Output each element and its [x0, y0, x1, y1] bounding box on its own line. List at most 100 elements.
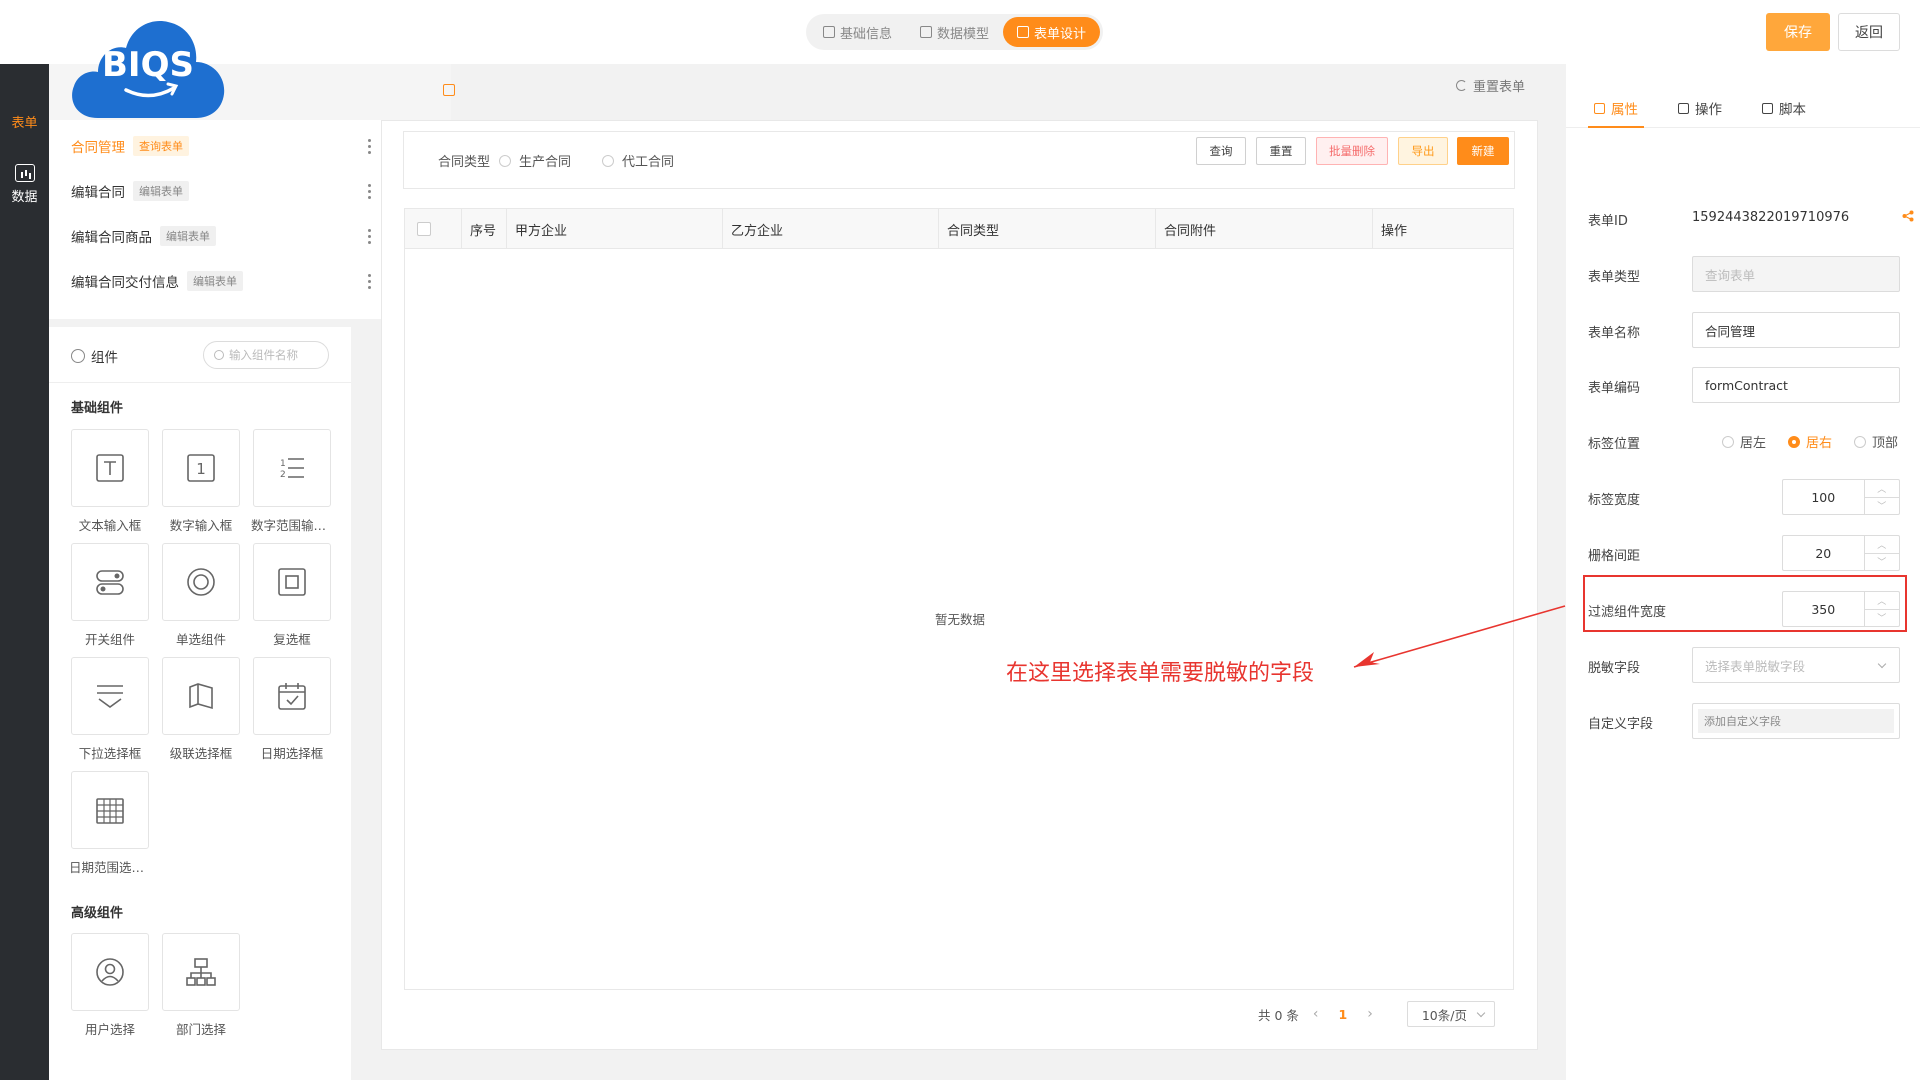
mask-fields-select[interactable]: 选择表单脱敏字段 — [1692, 647, 1900, 683]
annotation-highlight-box — [1583, 575, 1907, 632]
prop-label: 表单类型 — [1588, 270, 1641, 285]
filter-option[interactable]: 生产合同 — [499, 151, 571, 170]
export-button[interactable]: 导出 — [1398, 137, 1448, 165]
gutter-stepper[interactable]: 20 ︿ ﹀ — [1782, 535, 1900, 571]
form-tag-icon[interactable] — [443, 84, 455, 96]
prop-label: 标签宽度 — [1588, 493, 1641, 508]
form-name: 合同管理 — [71, 140, 125, 156]
svg-text:1: 1 — [280, 459, 286, 469]
radio-dot[interactable] — [602, 154, 614, 167]
cascader-icon — [189, 683, 213, 710]
component-radio[interactable]: 单选组件 — [162, 543, 240, 651]
add-custom-field-button[interactable]: 添加自定义字段 — [1698, 709, 1894, 733]
component-checkbox[interactable]: 复选框 — [253, 543, 331, 651]
radio-dot[interactable] — [1854, 435, 1866, 448]
query-button[interactable]: 查询 — [1196, 137, 1246, 165]
form-list-item[interactable]: 编辑合同商品 编辑表单 — [71, 224, 371, 248]
search-icon — [214, 350, 224, 360]
form-type-badge: 编辑表单 — [160, 226, 216, 246]
next-page-icon[interactable]: › — [1367, 1006, 1373, 1022]
component-text-input[interactable]: 文本输入框 — [71, 429, 149, 537]
component-label: 文本输入框 — [78, 518, 142, 533]
rail-form-label[interactable]: 表单 — [0, 112, 49, 131]
form-icon — [1017, 26, 1030, 38]
step-label: 数据模型 — [937, 26, 990, 42]
component-user-select[interactable]: 用户选择 — [71, 933, 149, 1041]
radio-dot[interactable] — [499, 154, 511, 167]
label-width-stepper[interactable]: 100 ︿ ﹀ — [1782, 479, 1900, 515]
radio-dot-selected[interactable] — [1788, 435, 1800, 448]
component-number-input[interactable]: 1 数字输入框 — [162, 429, 240, 537]
refresh-icon — [1456, 80, 1467, 91]
component-date[interactable]: 日期选择框 — [253, 657, 331, 765]
stepper-value[interactable]: 100 — [1783, 480, 1864, 514]
component-date-range[interactable]: 日期范围选择框 — [69, 771, 151, 879]
page-size-select[interactable]: 10条/页 — [1406, 1001, 1495, 1027]
batch-delete-button[interactable]: 批量删除 — [1316, 137, 1388, 165]
label-pos-right[interactable]: 居右 — [1788, 432, 1832, 451]
tab-script[interactable]: 脚本 — [1762, 98, 1806, 118]
form-list-item[interactable]: 编辑合同交付信息 编辑表单 — [71, 269, 371, 293]
reset-button[interactable]: 重置 — [1256, 137, 1306, 165]
save-button[interactable]: 保存 — [1766, 13, 1830, 51]
component-dept-select[interactable]: 部门选择 — [162, 933, 240, 1041]
tab-properties[interactable]: 属性 — [1594, 98, 1638, 118]
component-label: 用户选择 — [84, 1022, 135, 1037]
component-dropdown[interactable]: 下拉选择框 — [71, 657, 149, 765]
back-button[interactable]: 返回 — [1838, 13, 1900, 51]
component-label: 部门选择 — [175, 1022, 226, 1037]
prop-label: 自定义字段 — [1588, 717, 1654, 732]
advanced-components-title: 高级组件 — [71, 906, 124, 921]
user-icon — [96, 958, 124, 986]
column-header: 乙方企业 — [723, 209, 939, 249]
form-code-input[interactable]: formContract — [1692, 367, 1900, 403]
form-type-badge: 查询表单 — [133, 136, 189, 156]
create-button[interactable]: 新建 — [1457, 137, 1509, 165]
prev-page-icon[interactable]: ‹ — [1313, 1006, 1319, 1022]
component-cascader[interactable]: 级联选择框 — [162, 657, 240, 765]
filter-option[interactable]: 代工合同 — [602, 151, 674, 170]
bar-chart-icon — [14, 164, 35, 182]
radio-label: 居左 — [1740, 436, 1767, 451]
more-icon[interactable] — [357, 224, 381, 248]
tab-actions[interactable]: 操作 — [1678, 98, 1722, 118]
more-icon[interactable] — [357, 179, 381, 203]
label-pos-top[interactable]: 顶部 — [1854, 432, 1898, 451]
form-list-item[interactable]: 编辑合同 编辑表单 — [71, 179, 371, 203]
components-title: 组件 — [71, 346, 118, 366]
prop-form-id: 表单ID 1592443822019710976 — [1588, 200, 1914, 236]
active-tab-underline — [1588, 126, 1644, 128]
page-number[interactable]: 1 — [1339, 1007, 1348, 1022]
decrement-icon[interactable]: ﹀ — [1865, 554, 1899, 571]
component-number-range[interactable]: 12 数字范围输入框 — [251, 429, 333, 537]
list-icon — [1678, 102, 1689, 114]
select-all-checkbox[interactable] — [417, 222, 431, 236]
rail-data-item[interactable]: 数据 — [0, 164, 49, 205]
org-icon — [186, 958, 216, 986]
prop-label: 脱敏字段 — [1588, 661, 1641, 676]
component-search-input[interactable] — [229, 348, 321, 362]
step-data-model[interactable]: 数据模型 — [906, 17, 1003, 47]
stepper-value[interactable]: 20 — [1783, 536, 1864, 570]
prop-label: 表单名称 — [1588, 326, 1641, 341]
svg-text:2: 2 — [280, 470, 286, 480]
increment-icon[interactable]: ︿ — [1864, 536, 1899, 554]
decrement-icon[interactable]: ﹀ — [1865, 498, 1899, 515]
form-list-item[interactable]: 合同管理 查询表单 — [71, 134, 371, 158]
reset-form-button[interactable]: 重置表单 — [1456, 76, 1525, 95]
component-label: 复选框 — [273, 632, 311, 647]
prop-form-code: 表单编码 formContract — [1588, 367, 1914, 403]
form-name-input[interactable]: 合同管理 — [1692, 312, 1900, 348]
radio-dot[interactable] — [1722, 435, 1734, 448]
share-icon[interactable] — [1902, 210, 1914, 222]
increment-icon[interactable]: ︿ — [1864, 480, 1899, 498]
component-switch[interactable]: 开关组件 — [71, 543, 149, 651]
component-search[interactable] — [203, 341, 329, 369]
more-icon[interactable] — [357, 269, 381, 293]
step-basic-info[interactable]: 基础信息 — [809, 17, 906, 47]
prop-form-name: 表单名称 合同管理 — [1588, 312, 1914, 348]
label-pos-left[interactable]: 居左 — [1722, 432, 1766, 451]
step-form-design[interactable]: 表单设计 — [1003, 17, 1101, 47]
radio-label: 居右 — [1806, 436, 1833, 451]
more-icon[interactable] — [357, 134, 381, 158]
